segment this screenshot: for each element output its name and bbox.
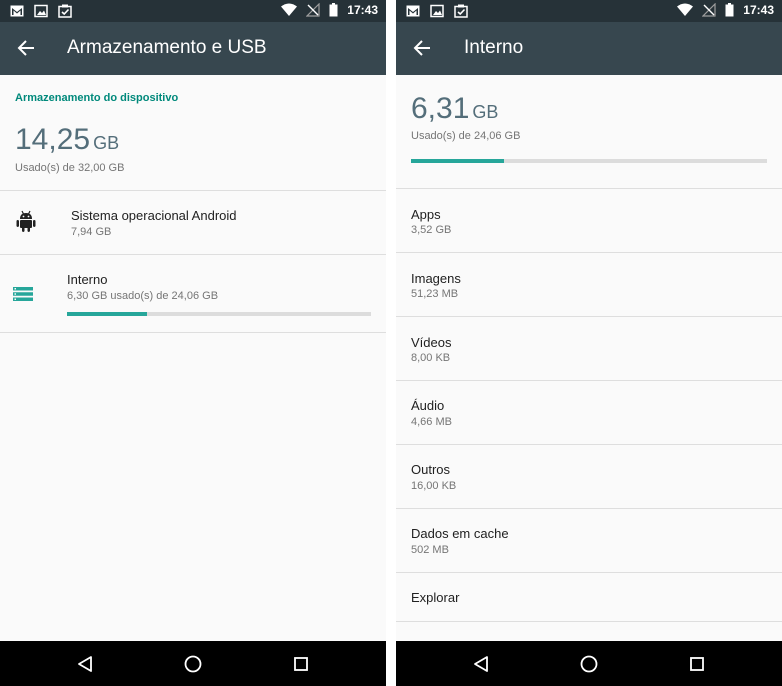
image-icon [430, 4, 444, 18]
internal-storage-screen: 17:43 Interno 6,31 GB Usado(s) de 24,06 G… [396, 0, 782, 686]
back-triangle-icon [78, 656, 92, 672]
android-icon [16, 210, 36, 232]
no-signal-icon [306, 3, 320, 17]
back-triangle-icon [474, 656, 488, 672]
back-button[interactable] [12, 34, 40, 62]
wifi-icon [281, 3, 298, 16]
category-label: Apps [411, 207, 441, 222]
category-size: 8,00 KB [411, 352, 451, 364]
category-size: 51,23 MB [411, 288, 459, 300]
recents-square-icon [294, 657, 308, 671]
row-title: Sistema operacional Android [71, 208, 237, 223]
category-images[interactable]: Imagens 51,23 MB [396, 253, 782, 316]
nav-back-button[interactable] [469, 652, 493, 676]
recents-square-icon [690, 657, 704, 671]
category-others[interactable]: Outros 16,00 KB [396, 445, 782, 508]
category-cached-data[interactable]: Dados em cache 502 MB [396, 509, 782, 572]
section-header: Armazenamento do dispositivo [15, 92, 179, 104]
app-toolbar: Interno [396, 22, 782, 75]
page-title: Armazenamento e USB [67, 37, 267, 58]
home-circle-icon [184, 655, 202, 673]
divider [396, 621, 782, 622]
no-signal-icon [702, 3, 716, 17]
nav-recents-button[interactable] [685, 652, 709, 676]
divider [0, 332, 386, 333]
nav-home-button[interactable] [577, 652, 601, 676]
category-videos[interactable]: Vídeos 8,00 KB [396, 317, 782, 380]
home-circle-icon [580, 655, 598, 673]
app-toolbar: Armazenamento e USB [0, 22, 386, 75]
internal-used: 6,31 GB [411, 92, 498, 126]
category-label: Vídeos [411, 335, 452, 350]
total-used-unit: GB [93, 133, 120, 153]
explore-item[interactable]: Explorar [396, 573, 782, 621]
row-detail: 6,30 GB usado(s) de 24,06 GB [67, 290, 219, 302]
storage-icon [13, 287, 33, 301]
row-title: Interno [67, 272, 108, 287]
navigation-bar [0, 641, 386, 686]
category-label: Dados em cache [411, 526, 509, 541]
status-time: 17:43 [743, 3, 774, 17]
image-icon [34, 4, 48, 18]
storage-usb-screen: 17:43 Armazenamento e USB Armazenamento … [0, 0, 386, 686]
category-label: Imagens [411, 271, 461, 286]
page-title: Interno [464, 37, 524, 58]
gmail-icon [406, 5, 420, 17]
internal-usage-bar [411, 159, 767, 163]
category-size: 502 MB [411, 544, 449, 556]
gmail-icon [10, 5, 24, 17]
total-capacity: Usado(s) de 32,00 GB [15, 162, 125, 174]
category-label: Explorar [411, 590, 460, 605]
category-label: Outros [411, 462, 451, 477]
category-apps[interactable]: Apps 3,52 GB [396, 189, 782, 252]
total-used: 14,25 GB [15, 123, 119, 157]
category-size: 3,52 GB [411, 224, 452, 236]
arrow-back-icon [413, 40, 430, 56]
row-detail: 7,94 GB [71, 226, 112, 238]
wifi-icon [677, 3, 694, 16]
nav-back-button[interactable] [73, 652, 97, 676]
row-android-system[interactable]: Sistema operacional Android 7,94 GB [0, 191, 386, 254]
status-bar: 17:43 [396, 0, 782, 22]
battery-icon [329, 3, 338, 17]
arrow-back-icon [17, 40, 34, 56]
navigation-bar [396, 641, 782, 686]
category-audio[interactable]: Áudio 4,66 MB [396, 381, 782, 444]
internal-capacity: Usado(s) de 24,06 GB [411, 130, 521, 142]
status-time: 17:43 [347, 3, 378, 17]
task-check-icon [58, 4, 72, 18]
category-label: Áudio [411, 398, 445, 413]
nav-home-button[interactable] [181, 652, 205, 676]
internal-used-value: 6,31 [411, 92, 470, 125]
internal-usage-fill [67, 312, 147, 316]
back-button[interactable] [408, 34, 436, 62]
total-used-value: 14,25 [15, 123, 91, 156]
status-bar: 17:43 [0, 0, 386, 22]
category-size: 16,00 KB [411, 480, 457, 492]
nav-recents-button[interactable] [289, 652, 313, 676]
row-internal-storage[interactable]: Interno 6,30 GB usado(s) de 24,06 GB [0, 255, 386, 332]
task-check-icon [454, 4, 468, 18]
internal-usage-fill [411, 159, 505, 163]
internal-used-unit: GB [472, 102, 499, 122]
internal-usage-bar [67, 312, 371, 316]
category-size: 4,66 MB [411, 416, 452, 428]
battery-icon [725, 3, 734, 17]
